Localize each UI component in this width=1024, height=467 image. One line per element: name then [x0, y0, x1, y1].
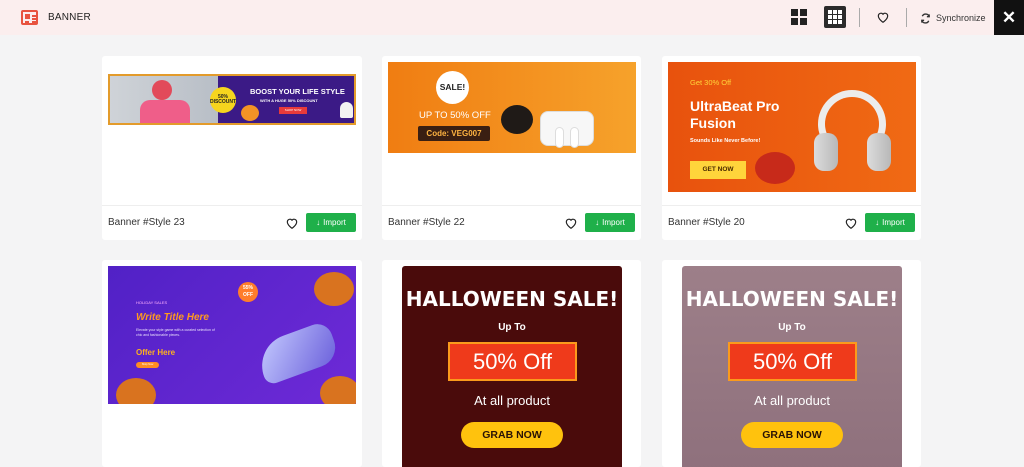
banner-app-icon	[21, 10, 38, 25]
banner-preview[interactable]: HALLOWEEN SALE! Up To 50% Off At all pro…	[682, 266, 902, 467]
banner-subtitle: Sounds Like Never Before!	[690, 138, 761, 144]
download-arrow-icon: ↓	[595, 218, 600, 227]
banner-discount: Get 30% Off	[690, 78, 732, 87]
banner-subtitle: WITH A HUGE 50% DISCOUNT	[260, 98, 318, 103]
banner-button: Shop Now	[136, 362, 159, 368]
grid-cell-icon	[800, 18, 807, 25]
favorites-heart-icon[interactable]	[876, 10, 890, 24]
banner-preview: HOLIDAY SALES Write Title Here Elevate y…	[108, 266, 356, 404]
pumpkin-icon	[314, 272, 354, 306]
sale-badge: SALE!	[436, 71, 469, 104]
banner-button: GET NOW	[690, 161, 746, 179]
card-footer: Banner #Style 22 ↓ Import	[382, 205, 641, 240]
grid-3-view-button[interactable]	[824, 6, 846, 28]
jack-o-lantern-icon	[501, 105, 533, 134]
download-arrow-icon: ↓	[316, 218, 321, 227]
toolbar-divider	[859, 8, 860, 27]
banner-headline: Write Title Here	[136, 312, 209, 323]
close-button[interactable]: ✕	[994, 0, 1024, 35]
banner-upto: Up To	[778, 322, 806, 333]
grid-cell-icon	[791, 18, 798, 25]
banner-button: GRAB NOW	[741, 422, 843, 448]
template-preview[interactable]: HOLIDAY SALES Write Title Here Elevate y…	[102, 260, 362, 467]
banner-headline: HALLOWEEN SALE!	[685, 287, 899, 311]
synchronize-label: Synchronize	[936, 13, 986, 23]
pumpkin-icon	[116, 378, 156, 404]
banner-button: GRAB NOW	[461, 422, 563, 448]
banner-line: At all product	[754, 393, 830, 408]
template-card[interactable]: HALLOWEEN SALE! Up To 50% Off At all pro…	[662, 260, 921, 467]
import-button[interactable]: ↓ Import	[306, 213, 356, 232]
banner-headline: UltraBeat Pro Fusion	[690, 98, 780, 131]
favorite-heart-icon[interactable]	[285, 216, 299, 230]
sync-icon	[921, 12, 930, 24]
headphone-cup	[814, 133, 838, 171]
card-footer: Banner #Style 20 ↓ Import	[662, 205, 921, 240]
template-card[interactable]: 50% DISCOUNT BOOST YOUR LIFE STYLE WITH …	[102, 56, 362, 240]
banner-percent: 50% Off	[728, 342, 857, 381]
favorite-heart-icon[interactable]	[564, 216, 578, 230]
banner-paragraph: Elevate your style game with a curated s…	[136, 328, 215, 337]
toolbar-divider	[906, 8, 907, 27]
model-figure	[140, 100, 190, 123]
banner-button: SHOP NOW	[279, 107, 307, 114]
template-card[interactable]: Get 30% Off UltraBeat Pro Fusion Sounds …	[662, 56, 921, 240]
banner-preview[interactable]: HALLOWEEN SALE! Up To 50% Off At all pro…	[402, 266, 622, 467]
model-head	[152, 80, 172, 100]
ghost-icon	[340, 102, 353, 118]
import-label: Import	[323, 218, 346, 227]
template-preview[interactable]: SALE! UP TO 50% OFF Code: VEG007	[382, 56, 641, 205]
template-name: Banner #Style 23	[108, 217, 185, 228]
template-name: Banner #Style 20	[668, 217, 745, 228]
discount-badge: 50% DISCOUNT	[210, 87, 236, 113]
template-card[interactable]: SALE! UP TO 50% OFF Code: VEG007 Banner …	[382, 56, 641, 240]
grid-2-view-button[interactable]	[791, 9, 807, 25]
page-title: BANNER	[48, 12, 91, 23]
pumpkin-icon	[755, 152, 795, 184]
import-label: Import	[882, 218, 905, 227]
headphone-cup	[867, 133, 891, 171]
synchronize-button[interactable]: Synchronize	[920, 11, 986, 25]
template-name: Banner #Style 22	[388, 217, 465, 228]
banner-headline: HALLOWEEN SALE!	[405, 287, 619, 311]
template-card[interactable]: HALLOWEEN SALE! Up To 50% Off At all pro…	[382, 260, 641, 467]
earbud-icon	[570, 127, 579, 148]
grid-cell-icon	[800, 9, 807, 16]
card-footer: Banner #Style 23 ↓ Import	[102, 205, 362, 240]
pumpkin-icon	[320, 376, 356, 404]
banner-preview: Get 30% Off UltraBeat Pro Fusion Sounds …	[668, 62, 916, 192]
template-card[interactable]: HOLIDAY SALES Write Title Here Elevate y…	[102, 260, 362, 467]
earbuds-case	[540, 111, 594, 148]
template-preview[interactable]: Get 30% Off UltraBeat Pro Fusion Sounds …	[662, 56, 921, 205]
discount-badge: 55% OFF	[238, 282, 258, 302]
grid-cell-icon	[791, 9, 798, 16]
banner-preview: SALE! UP TO 50% OFF Code: VEG007	[388, 62, 636, 153]
banner-upto: Up To	[498, 322, 526, 333]
banner-headline: BOOST YOUR LIFE STYLE	[250, 87, 345, 96]
banner-offer: Offer Here	[136, 348, 176, 357]
download-arrow-icon: ↓	[875, 218, 880, 227]
sneaker-image	[253, 319, 341, 387]
banner-offer: UP TO 50% OFF	[419, 110, 491, 121]
banner-tag: HOLIDAY SALES	[136, 300, 168, 305]
import-label: Import	[602, 218, 625, 227]
banner-preview: 50% DISCOUNT BOOST YOUR LIFE STYLE WITH …	[108, 74, 356, 125]
import-button[interactable]: ↓ Import	[585, 213, 635, 232]
top-bar: BANNER Synchronize ✕	[0, 0, 1024, 35]
import-button[interactable]: ↓ Import	[865, 213, 915, 232]
banner-percent: 50% Off	[448, 342, 577, 381]
banner-line: At all product	[474, 393, 550, 408]
template-preview[interactable]: 50% DISCOUNT BOOST YOUR LIFE STYLE WITH …	[102, 56, 362, 205]
favorite-heart-icon[interactable]	[844, 216, 858, 230]
pumpkin-icon	[241, 105, 259, 121]
promo-code: Code: VEG007	[418, 126, 490, 141]
earbud-icon	[555, 127, 564, 148]
